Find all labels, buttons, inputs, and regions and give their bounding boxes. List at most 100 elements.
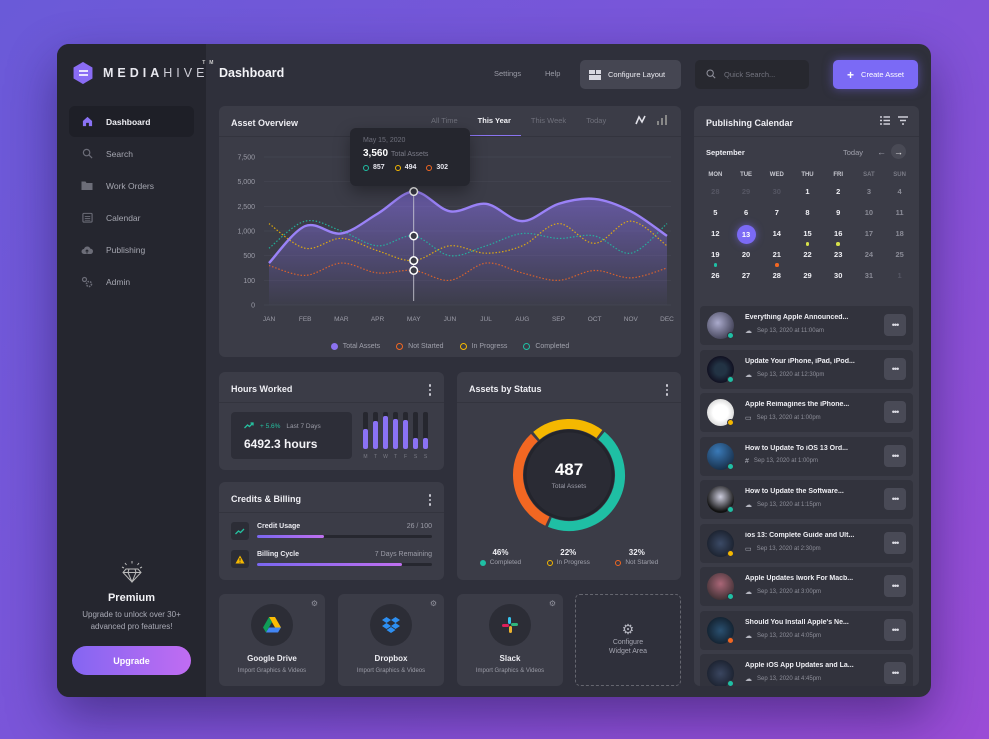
configure-layout-button[interactable]: Configure Layout <box>580 60 681 89</box>
calendar-day[interactable]: 21 <box>761 246 792 267</box>
post-item[interactable]: ios 13: Complete Guide and Ult... ▭ Sep 13… <box>700 523 913 563</box>
calendar-day[interactable]: 7 <box>761 204 792 222</box>
calendar-day[interactable]: 2 <box>823 183 854 201</box>
sidebar-item-search[interactable]: Search <box>69 138 194 169</box>
x-tick-label: JUL <box>480 316 492 323</box>
calendar-day[interactable]: 1 <box>884 267 915 285</box>
billing-cycle-progress <box>257 563 432 566</box>
calendar-day[interactable]: 13 <box>731 224 762 244</box>
more-options-button[interactable]: ••• <box>884 575 906 597</box>
calendar-day[interactable]: 17 <box>854 225 885 243</box>
more-options-button[interactable]: ••• <box>884 531 906 554</box>
tab-today[interactable]: Today <box>576 106 616 136</box>
calendar-day[interactable]: 29 <box>731 183 762 201</box>
post-item[interactable]: Should You Install Apple's Ne... ☁ Sep 13,… <box>700 610 913 650</box>
calendar-day[interactable]: 27 <box>731 267 762 285</box>
gear-icon[interactable]: ⚙ <box>430 599 437 608</box>
integration-google-drive[interactable]: ⚙ Google Drive Import Graphics & Videos <box>219 594 325 686</box>
configure-layout-label: Configure Layout <box>608 70 666 79</box>
calendar-day[interactable]: 8 <box>792 204 823 222</box>
layout-icon <box>589 69 601 80</box>
more-options-button[interactable]: ••• <box>884 314 906 336</box>
bar-chart-icon[interactable] <box>657 115 667 128</box>
sidebar-item-publishing[interactable]: Publishing <box>69 234 194 265</box>
calendar-day[interactable]: 5 <box>700 204 731 222</box>
tab-this-week[interactable]: This Week <box>521 106 576 136</box>
more-options-icon[interactable] <box>428 494 432 506</box>
logo[interactable]: MEDIAHIVE TM <box>72 60 213 84</box>
legend-item[interactable]: Total Assets <box>330 343 380 350</box>
calendar-day[interactable]: 20 <box>731 246 762 264</box>
next-month-arrow-icon[interactable]: → <box>891 144 906 159</box>
hours-bar-fill <box>403 420 408 449</box>
calendar-day[interactable]: 22 <box>792 246 823 264</box>
calendar-day[interactable]: 9 <box>823 204 854 222</box>
post-item[interactable]: Everything Apple Announced... ☁ Sep 13, 20… <box>700 306 913 345</box>
gear-icon[interactable]: ⚙ <box>549 599 556 608</box>
post-meta: ☁ Sep 13, 2020 at 12:30pm <box>745 371 824 379</box>
sidebar-item-calendar[interactable]: Calendar <box>69 202 194 233</box>
calendar-day[interactable]: 15 <box>792 225 823 246</box>
calendar-day[interactable]: 11 <box>884 204 915 222</box>
calendar-day[interactable]: 19 <box>700 246 731 267</box>
calendar-day[interactable]: 30 <box>761 183 792 201</box>
upgrade-button[interactable]: Upgrade <box>72 646 191 675</box>
calendar-day[interactable]: 31 <box>854 267 885 285</box>
integration-slack[interactable]: ⚙ Slack Import Graphics & Videos <box>457 594 563 686</box>
sidebar-item-admin[interactable]: Admin <box>69 266 194 297</box>
x-tick-label: APR <box>371 316 385 323</box>
calendar-day[interactable]: 14 <box>761 225 792 243</box>
tab-this-year[interactable]: This Year <box>467 106 522 137</box>
calendar-day[interactable]: 18 <box>884 225 915 243</box>
calendar-day[interactable]: 1 <box>792 183 823 201</box>
calendar-day[interactable]: 23 <box>823 246 854 264</box>
calendar-day[interactable]: 10 <box>854 204 885 222</box>
sidebar-item-dashboard[interactable]: Dashboard <box>69 106 194 137</box>
calendar-day[interactable]: 6 <box>731 204 762 222</box>
credit-usage-label: Credit Usage <box>257 523 301 530</box>
tooltip-total-value: 3,560 <box>363 148 389 159</box>
calendar-day[interactable]: 26 <box>700 267 731 285</box>
calendar-day[interactable]: 12 <box>700 225 731 243</box>
day-number: 20 <box>741 249 751 259</box>
post-item[interactable]: Apple Updates Iwork For Macb... ☁ Sep 13, … <box>700 567 913 606</box>
settings-link[interactable]: Settings <box>494 69 521 78</box>
more-options-icon[interactable] <box>428 384 432 396</box>
calendar-day[interactable]: 28 <box>761 267 792 285</box>
prev-month-arrow-icon[interactable]: ← <box>874 144 889 159</box>
quick-search-input[interactable]: Quick Search... <box>695 60 809 89</box>
more-options-button[interactable]: ••• <box>884 662 906 684</box>
post-item[interactable]: How to Update the Software... ☁ Sep 13, 20… <box>700 480 913 519</box>
integration-dropbox[interactable]: ⚙ Dropbox Import Graphics & Videos <box>338 594 444 686</box>
calendar-day[interactable]: 24 <box>854 246 885 264</box>
more-options-button[interactable]: ••• <box>884 618 906 641</box>
calendar-day[interactable]: 28 <box>700 183 731 201</box>
legend-item[interactable]: In Progress <box>459 343 507 350</box>
more-options-icon[interactable] <box>665 384 669 396</box>
calendar-day[interactable]: 30 <box>823 267 854 285</box>
legend-item[interactable]: Completed <box>523 343 569 350</box>
gear-icon[interactable]: ⚙ <box>311 599 318 608</box>
post-item[interactable]: Apple Reimagines the iPhone... ▭ Sep 13, 2… <box>700 393 913 432</box>
list-view-icon[interactable] <box>880 116 890 127</box>
more-options-button[interactable]: ••• <box>884 488 906 510</box>
create-asset-button[interactable]: + Create Asset <box>833 60 918 89</box>
calendar-day[interactable]: 25 <box>884 246 915 264</box>
post-item[interactable]: How to Update To iOS 13 Ord... # Sep 13, 2… <box>700 436 913 476</box>
sidebar-item-work-orders[interactable]: Work Orders <box>69 170 194 201</box>
calendar-day[interactable]: 4 <box>884 183 915 201</box>
calendar-day[interactable]: 16 <box>823 225 854 246</box>
legend-item[interactable]: Not Started <box>396 343 444 350</box>
help-link[interactable]: Help <box>545 69 560 78</box>
configure-widget-area[interactable]: ⚙ Configure Widget Area <box>575 594 681 686</box>
more-options-button[interactable]: ••• <box>884 357 906 380</box>
calendar-day[interactable]: 3 <box>854 183 885 201</box>
more-options-button[interactable]: ••• <box>884 401 906 423</box>
more-options-button[interactable]: ••• <box>884 444 906 467</box>
post-item[interactable]: Apple iOS App Updates and La... ☁ Sep 13, … <box>700 654 913 686</box>
line-chart-icon[interactable] <box>635 115 647 128</box>
today-button[interactable]: Today <box>843 148 863 157</box>
filter-icon[interactable] <box>898 116 908 127</box>
post-item[interactable]: Update Your iPhone, iPad, iPod... ☁ Sep 13… <box>700 349 913 389</box>
calendar-day[interactable]: 29 <box>792 267 823 285</box>
